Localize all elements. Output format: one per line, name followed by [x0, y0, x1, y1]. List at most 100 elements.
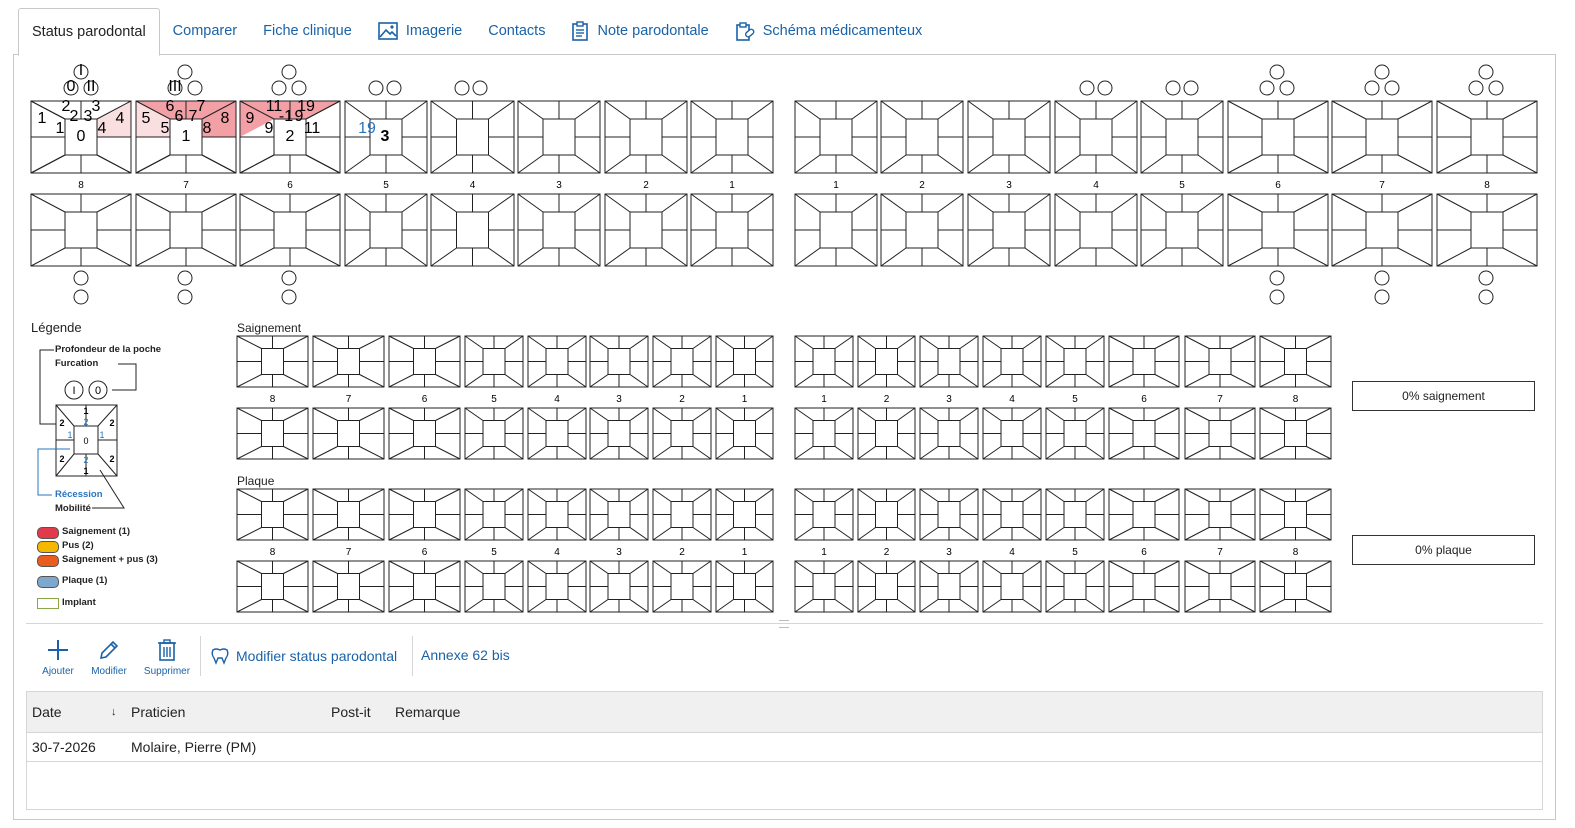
plaqueGrid-upper-8[interactable]	[1259, 488, 1332, 541]
delete-button[interactable]: Supprimer	[142, 638, 192, 677]
bleedGrid-upper-4[interactable]	[527, 335, 587, 388]
lower-tooth-7[interactable]	[1331, 193, 1433, 267]
lower-tooth-1[interactable]	[690, 193, 774, 267]
lower-tooth-6[interactable]	[239, 193, 341, 267]
furcation-circle[interactable]	[73, 289, 89, 305]
bleedGrid-lower-3[interactable]	[919, 407, 979, 460]
bleedGrid-upper-4[interactable]	[982, 335, 1042, 388]
bleedGrid-lower-6[interactable]	[388, 407, 461, 460]
bleedGrid-upper-3[interactable]	[919, 335, 979, 388]
plaqueGrid-upper-4[interactable]	[982, 488, 1042, 541]
tab-status-parodontal[interactable]: Status parodontal	[18, 8, 160, 56]
bleedGrid-lower-7[interactable]	[312, 407, 385, 460]
upper-tooth-5[interactable]	[1140, 100, 1224, 174]
column-practitioner[interactable]: Praticien	[131, 692, 185, 732]
modify-status-button[interactable]: Modifier status parodontal	[210, 647, 397, 665]
plaqueGrid-upper-7[interactable]	[1184, 488, 1256, 541]
upper-tooth-7[interactable]	[1331, 100, 1433, 174]
furcation-circle[interactable]	[281, 289, 297, 305]
lower-tooth-8[interactable]	[30, 193, 132, 267]
furcation-circle[interactable]	[1488, 80, 1504, 96]
furcation-circle[interactable]	[368, 80, 384, 96]
column-postit[interactable]: Post-it	[331, 692, 371, 732]
furcation-circle[interactable]	[1183, 80, 1199, 96]
lower-tooth-7[interactable]	[135, 193, 237, 267]
bleedGrid-lower-4[interactable]	[982, 407, 1042, 460]
bleedGrid-lower-1[interactable]	[715, 407, 774, 460]
plaqueGrid-lower-5[interactable]	[464, 560, 524, 613]
plaqueGrid-lower-1[interactable]	[794, 560, 854, 613]
table-row[interactable]: 30-7-2026 Molaire, Pierre (PM)	[27, 733, 1542, 762]
plaqueGrid-lower-3[interactable]	[919, 560, 979, 613]
furcation-circle[interactable]	[1478, 64, 1494, 80]
plaqueGrid-upper-5[interactable]	[1045, 488, 1105, 541]
plaqueGrid-lower-1[interactable]	[715, 560, 774, 613]
plaqueGrid-upper-6[interactable]	[388, 488, 461, 541]
furcation-circle[interactable]	[281, 270, 297, 286]
bleedGrid-upper-2[interactable]	[857, 335, 916, 388]
sort-desc-icon[interactable]: ↓	[111, 692, 117, 732]
bleedGrid-lower-3[interactable]	[589, 407, 649, 460]
bleedGrid-upper-8[interactable]	[1259, 335, 1332, 388]
furcation-circle[interactable]	[1269, 289, 1285, 305]
lower-tooth-6[interactable]	[1227, 193, 1329, 267]
add-button[interactable]: Ajouter	[40, 638, 76, 677]
upper-tooth-1[interactable]	[690, 100, 774, 174]
upper-tooth-2[interactable]	[604, 100, 688, 174]
plaqueGrid-lower-4[interactable]	[982, 560, 1042, 613]
bleedGrid-upper-2[interactable]	[652, 335, 712, 388]
lower-tooth-8[interactable]	[1436, 193, 1538, 267]
bleedGrid-upper-1[interactable]	[715, 335, 774, 388]
plaqueGrid-upper-2[interactable]	[857, 488, 916, 541]
lower-tooth-2[interactable]	[604, 193, 688, 267]
plaqueGrid-lower-2[interactable]	[857, 560, 916, 613]
furcation-circle[interactable]	[1269, 64, 1285, 80]
bleedGrid-upper-3[interactable]	[589, 335, 649, 388]
upper-tooth-4[interactable]	[430, 100, 515, 174]
furcation-circle[interactable]	[1478, 289, 1494, 305]
furcation-circle[interactable]	[1165, 80, 1181, 96]
furcation-circle[interactable]	[1259, 80, 1275, 96]
annex-button[interactable]: Annexe 62 bis	[421, 647, 510, 663]
bleedGrid-lower-1[interactable]	[794, 407, 854, 460]
plaqueGrid-lower-3[interactable]	[589, 560, 649, 613]
bleedGrid-lower-7[interactable]	[1184, 407, 1256, 460]
furcation-circle[interactable]	[1374, 64, 1390, 80]
bleedGrid-upper-1[interactable]	[794, 335, 854, 388]
furcation-circle[interactable]	[1478, 270, 1494, 286]
plaqueGrid-upper-2[interactable]	[652, 488, 712, 541]
edit-button[interactable]: Modifier	[88, 638, 130, 677]
furcation-circle[interactable]	[1279, 80, 1295, 96]
plaqueGrid-upper-7[interactable]	[312, 488, 385, 541]
furcation-circle[interactable]	[177, 289, 193, 305]
bleedGrid-lower-2[interactable]	[652, 407, 712, 460]
bleedGrid-lower-8[interactable]	[1259, 407, 1332, 460]
furcation-circle[interactable]	[1097, 80, 1113, 96]
plaqueGrid-upper-6[interactable]	[1108, 488, 1180, 541]
plaqueGrid-upper-3[interactable]	[589, 488, 649, 541]
plaqueGrid-lower-7[interactable]	[1184, 560, 1256, 613]
column-date[interactable]: Date	[32, 692, 62, 732]
furcation-circle[interactable]	[73, 270, 89, 286]
bleedGrid-upper-6[interactable]	[1108, 335, 1180, 388]
bleedGrid-upper-6[interactable]	[388, 335, 461, 388]
plaqueGrid-upper-1[interactable]	[715, 488, 774, 541]
upper-tooth-3[interactable]	[517, 100, 601, 174]
upper-tooth-3[interactable]	[967, 100, 1051, 174]
plaqueGrid-lower-6[interactable]	[388, 560, 461, 613]
bleedGrid-lower-4[interactable]	[527, 407, 587, 460]
furcation-circle[interactable]	[281, 64, 297, 80]
plaqueGrid-lower-6[interactable]	[1108, 560, 1180, 613]
lower-tooth-5[interactable]	[344, 193, 428, 267]
bleedGrid-lower-5[interactable]	[464, 407, 524, 460]
plaqueGrid-upper-4[interactable]	[527, 488, 587, 541]
plaqueGrid-lower-8[interactable]	[236, 560, 309, 613]
furcation-circle[interactable]	[271, 80, 287, 96]
bleedGrid-lower-6[interactable]	[1108, 407, 1180, 460]
plaqueGrid-lower-4[interactable]	[527, 560, 587, 613]
lower-tooth-4[interactable]	[430, 193, 515, 267]
splitter-handle[interactable]	[779, 620, 789, 628]
bleedGrid-lower-2[interactable]	[857, 407, 916, 460]
plaqueGrid-lower-7[interactable]	[312, 560, 385, 613]
upper-tooth-4[interactable]	[1054, 100, 1138, 174]
